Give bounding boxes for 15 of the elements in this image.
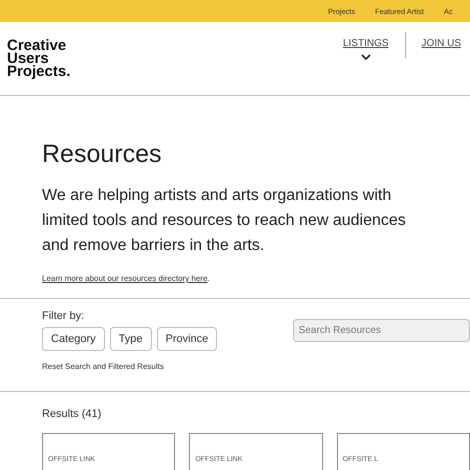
filter-label: Filter by: <box>42 310 86 322</box>
results-heading: Results (41) <box>42 408 102 420</box>
chevron-down-icon[interactable] <box>360 54 371 61</box>
page-title: Resources <box>42 140 162 169</box>
intro-text: We are helping artists and arts organizations with limited tools and resources to reach new audiences and remove barriers in the arts. <box>42 186 407 256</box>
nav-link[interactable]: JOIN US <box>422 38 461 49</box>
filter-button[interactable]: Type <box>110 327 152 351</box>
nav-link[interactable]: LISTINGS <box>342 38 389 49</box>
filter-button[interactable]: Category <box>42 327 105 351</box>
logo[interactable]: Creative Users Projects. <box>7 22 70 95</box>
period-text: . <box>207 274 210 283</box>
reset-link[interactable]: Reset Search and Filtered Results <box>42 362 293 371</box>
search-field[interactable]: Search Resources <box>292 319 470 342</box>
filter-button[interactable]: Province <box>156 327 218 351</box>
directory-link[interactable]: Learn more about our resources directory here <box>42 274 208 283</box>
